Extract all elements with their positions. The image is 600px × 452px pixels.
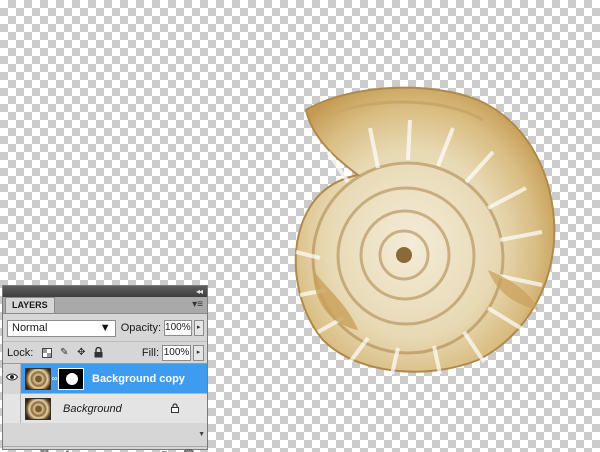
layer-row-background-copy[interactable]: ∞ Background copy [3,363,207,394]
visibility-toggle[interactable] [3,393,21,424]
layer-thumbnail[interactable] [25,397,51,420]
lock-label: Lock: [7,346,34,359]
lock-transparent-icon[interactable] [41,347,53,359]
blend-mode-select[interactable]: Normal ▼ [7,319,116,337]
opacity-slider-button[interactable]: ▸ [193,320,204,336]
lock-icons: ✎ ✥ [36,347,104,359]
panel-title-bar[interactable]: ◂◂ [3,286,207,297]
lock-fill-row: Lock: ✎ ✥ Fill: 100% ▸ [3,341,207,363]
blend-opacity-row: Normal ▼ Opacity: 100% ▸ [3,317,207,339]
layer-thumbnail[interactable] [25,367,51,390]
layer-list: ∞ Background copy Background [3,363,207,424]
lock-all-icon[interactable] [92,347,104,359]
blend-mode-value: Normal [12,322,48,334]
ammonite-shell-image [294,86,556,375]
eye-icon [5,373,18,384]
double-chevron-icon[interactable]: ◂◂ [196,287,203,296]
opacity-field[interactable]: 100% [164,320,192,336]
scroll-down-icon[interactable]: ▼ [198,431,205,438]
visibility-toggle[interactable] [3,363,21,394]
layer-name[interactable]: Background copy [92,373,185,385]
layers-bottom-toolbar: ⛓ fx ◙ ◐ ▭ ⧉ 🗑 [3,446,207,452]
fill-field[interactable]: 100% [162,344,191,361]
layer-row-background[interactable]: Background [3,393,207,424]
chevron-down-icon: ▼ [99,322,111,334]
layer-list-empty-area: ▼ [3,423,207,446]
panel-menu-icon[interactable]: ▾≡ [192,300,203,310]
lock-position-icon[interactable]: ✥ [75,347,87,359]
layer-name[interactable]: Background [63,403,122,415]
layers-panel: ◂◂ LAYERS ▾≡ Normal ▼ Opacity: 100% ▸ Lo… [2,285,208,452]
opacity-label: Opacity: [120,322,162,334]
fill-label: Fill: [141,346,159,359]
layer-mask-thumbnail[interactable] [58,367,84,390]
mask-link-icon[interactable]: ∞ [51,374,58,383]
fill-slider-button[interactable]: ▸ [193,344,204,361]
panel-tab-row: LAYERS ▾≡ [3,297,207,314]
lock-icon [171,403,179,413]
tab-layers[interactable]: LAYERS [5,297,55,313]
lock-image-icon[interactable]: ✎ [58,347,70,359]
